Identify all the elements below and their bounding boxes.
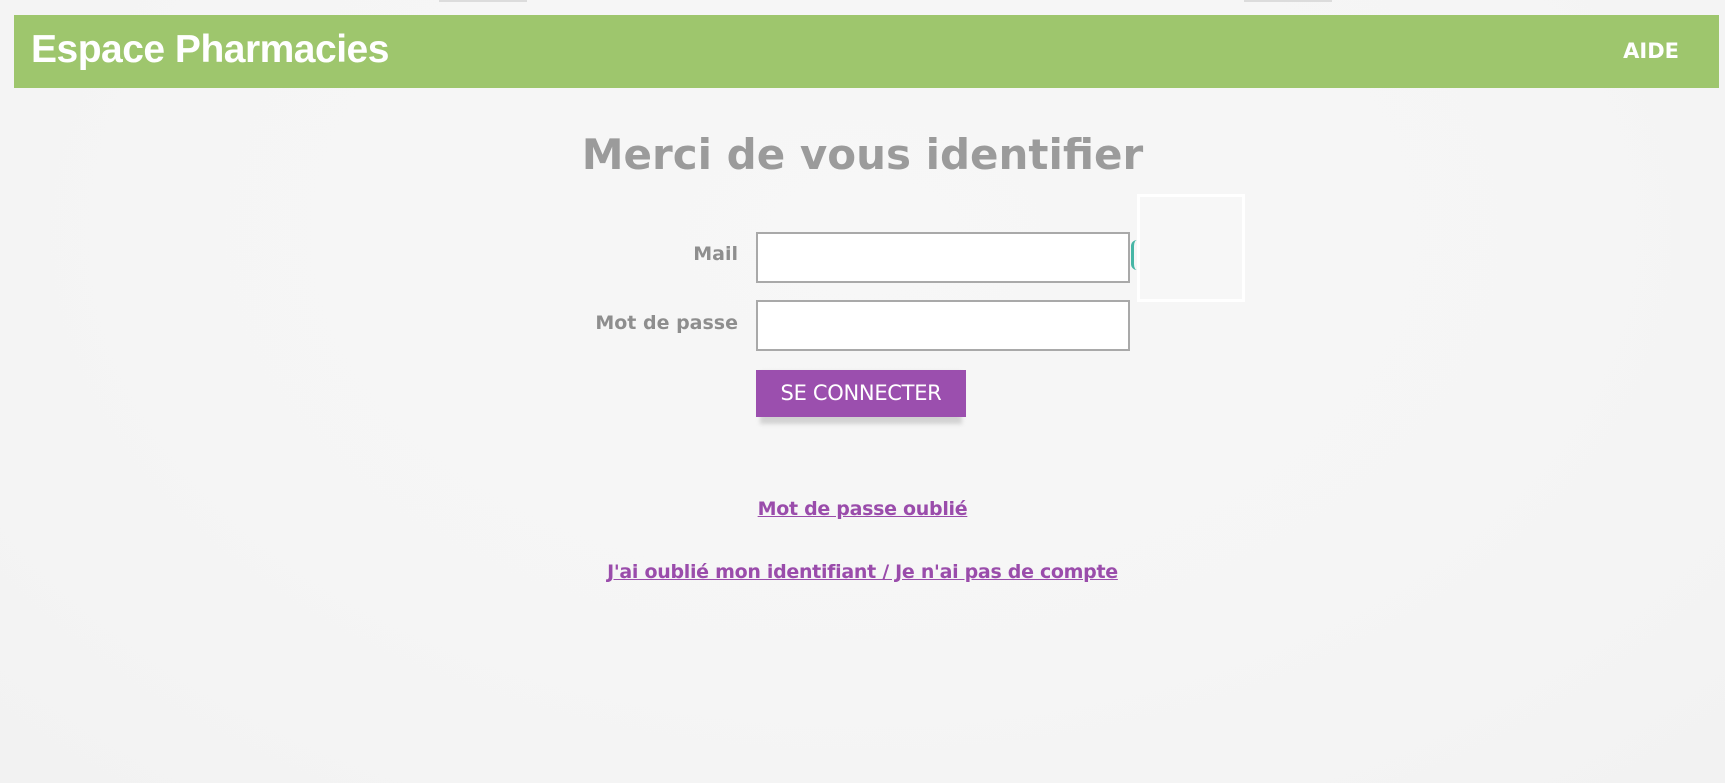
mail-field[interactable] [756,232,1130,283]
browser-tab-edge [439,0,527,2]
page-title: Merci de vous identifier [581,130,1144,179]
forgot-identifier-link[interactable]: J'ai oublié mon identifiant / Je n'ai pa… [607,561,1118,583]
autofill-popup [1137,194,1245,302]
brand-title: Espace Pharmacies [31,28,389,71]
login-page: Espace Pharmacies AIDE Merci de vous ide… [0,0,1725,783]
forgot-password-link[interactable]: Mot de passe oublié [758,498,968,520]
login-button[interactable]: SE CONNECTER [756,370,966,417]
password-label: Mot de passe [595,312,738,334]
header-bar: Espace Pharmacies AIDE [14,15,1719,88]
forgot-password-link-row: Mot de passe oublié [0,498,1725,521]
browser-tab-edge [1244,0,1332,2]
forgot-identifier-link-row: J'ai oublié mon identifiant / Je n'ai pa… [0,561,1725,584]
password-field[interactable] [756,300,1130,351]
help-link[interactable]: AIDE [1623,39,1679,64]
mail-label: Mail [693,243,738,265]
